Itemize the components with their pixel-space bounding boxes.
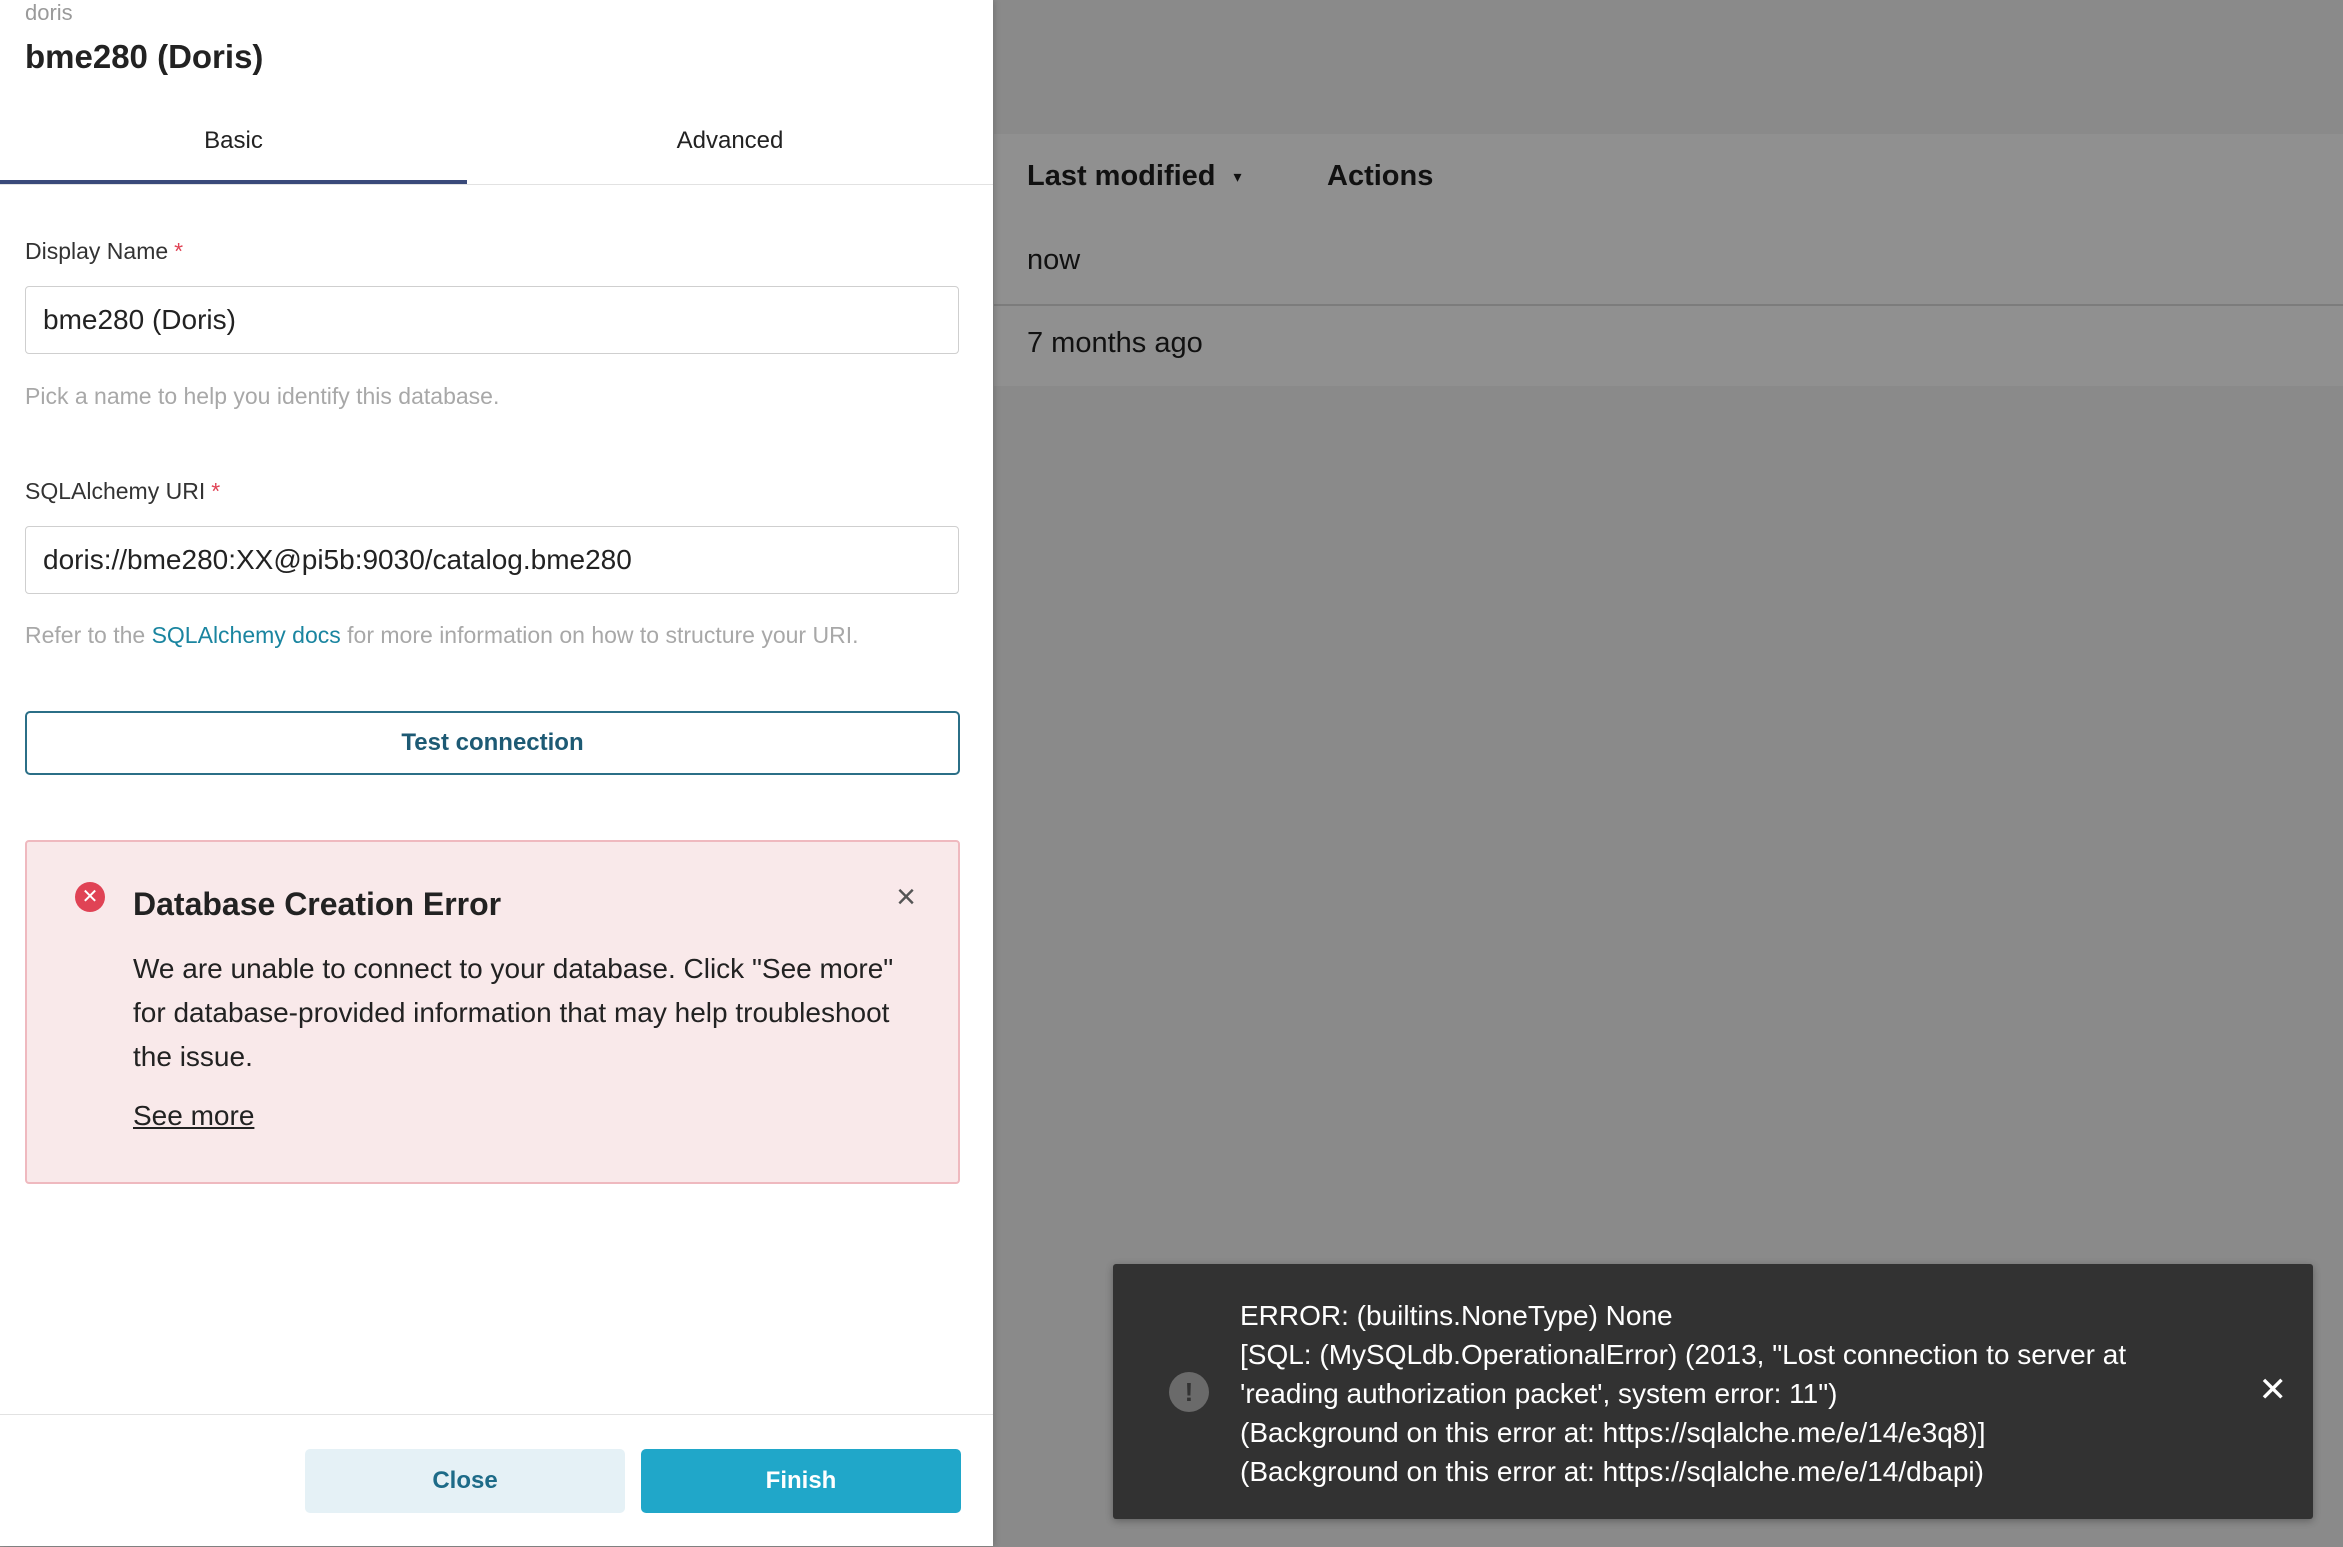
sqlalchemy-uri-helper: Refer to the SQLAlchemy docs for more in… — [25, 622, 858, 649]
tab-advanced[interactable]: Advanced — [467, 118, 993, 184]
engine-label: doris — [25, 0, 73, 25]
alert-message: We are unable to connect to your databas… — [133, 953, 894, 1072]
page-header-area — [994, 0, 2343, 134]
toast-line: 'reading authorization packet', system e… — [1240, 1378, 1838, 1409]
toast-line: ERROR: (builtins.NoneType) None — [1240, 1300, 1673, 1331]
sqlalchemy-docs-link[interactable]: SQLAlchemy docs — [152, 622, 341, 648]
alert-title: Database Creation Error — [133, 886, 502, 922]
database-connection-modal: doris bme280 (Doris) Basic Advanced Disp… — [0, 0, 993, 1546]
display-name-input[interactable]: bme280 (Doris) — [25, 286, 959, 354]
toast-message: ERROR: (builtins.NoneType) None [SQL: (M… — [1240, 1296, 2200, 1491]
finish-button[interactable]: Finish — [641, 1449, 961, 1513]
sqlalchemy-uri-label: SQLAlchemy URI * — [25, 478, 220, 505]
close-icon[interactable]: × — [896, 878, 916, 917]
last-modified-cell: 7 months ago — [1027, 327, 1203, 359]
close-icon[interactable]: ✕ — [2259, 1370, 2288, 1410]
modal-title: bme280 (Doris) — [25, 38, 264, 75]
column-header-actions: Actions — [1327, 160, 1434, 192]
error-toast: ! ERROR: (builtins.NoneType) None [SQL: … — [1113, 1264, 2313, 1519]
column-header-last-modified-label: Last modified — [1027, 160, 1216, 192]
column-header-last-modified[interactable]: Last modified ▾ — [1027, 160, 1242, 193]
table-row: 7 months ago — [994, 305, 2343, 387]
sqlalchemy-uri-label-text: SQLAlchemy URI — [25, 478, 206, 504]
tab-basic[interactable]: Basic — [0, 118, 467, 184]
sort-descending-icon: ▾ — [1233, 169, 1242, 187]
see-more-link[interactable]: See more — [133, 1100, 254, 1132]
modal-footer: Close Finish — [0, 1414, 993, 1547]
warning-icon: ! — [1169, 1372, 1209, 1412]
display-name-helper: Pick a name to help you identify this da… — [25, 383, 500, 409]
toast-line: (Background on this error at: https://sq… — [1240, 1417, 1986, 1448]
required-marker: * — [211, 478, 221, 504]
toast-line: (Background on this error at: https://sq… — [1240, 1456, 1984, 1487]
helper-suffix: for more information on how to structure… — [340, 622, 859, 648]
close-button[interactable]: Close — [305, 1449, 625, 1513]
last-modified-cell: now — [1027, 244, 1081, 276]
display-name-label: Display Name * — [25, 238, 183, 265]
table-row: now — [994, 222, 2343, 306]
error-alert: ✕ Database Creation Error × We are unabl… — [25, 840, 960, 1184]
error-circle-icon: ✕ — [75, 882, 105, 912]
required-marker: * — [174, 238, 184, 264]
tab-bar: Basic Advanced — [0, 118, 993, 185]
sqlalchemy-uri-input[interactable]: doris://bme280:XX@pi5b:9030/catalog.bme2… — [25, 526, 959, 594]
display-name-label-text: Display Name — [25, 238, 169, 264]
test-connection-button[interactable]: Test connection — [25, 711, 960, 775]
helper-prefix: Refer to the — [25, 622, 152, 648]
toast-line: [SQL: (MySQLdb.OperationalError) (2013, … — [1240, 1339, 2127, 1370]
